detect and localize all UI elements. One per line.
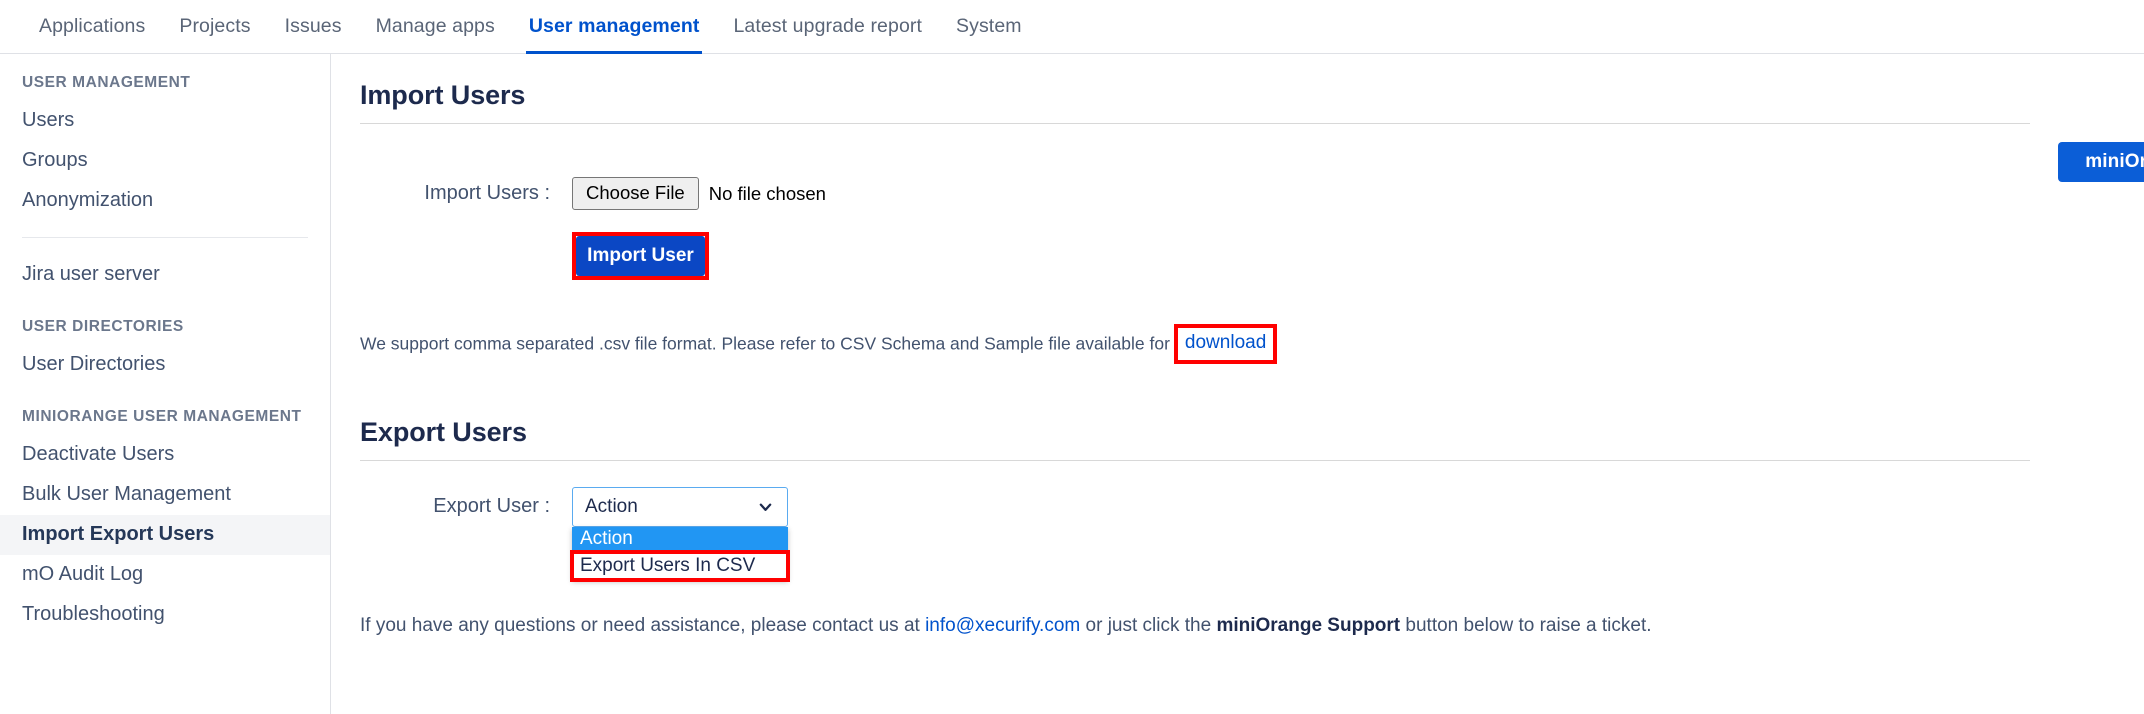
page-title: Import Users <box>360 80 526 110</box>
export-user-row: Export User : Action Action Export Users… <box>332 486 2144 582</box>
sidebar-item-mo-audit-log[interactable]: mO Audit Log <box>0 555 330 595</box>
sidebar-item-users[interactable]: Users <box>0 101 330 141</box>
sidebar-item-deactivate-users[interactable]: Deactivate Users <box>0 435 330 475</box>
nav-item-issues[interactable]: Issues <box>268 0 359 54</box>
file-input-control[interactable]: Choose File No file chosen <box>572 177 826 210</box>
sidebar-divider <box>22 237 308 238</box>
sidebar-section-user-management: USER MANAGEMENT <box>22 74 191 91</box>
nav-item-manage-apps[interactable]: Manage apps <box>359 0 512 54</box>
sidebar-item-anonymization[interactable]: Anonymization <box>0 181 330 221</box>
import-file-row: Import Users : Choose File No file chose… <box>332 177 2144 210</box>
assistance-text-after: button below to raise a ticket. <box>1405 614 1652 636</box>
sidebar-item-bulk-user-management[interactable]: Bulk User Management <box>0 475 330 515</box>
nav-item-applications[interactable]: Applications <box>22 0 162 54</box>
import-user-button-highlight: Import User <box>572 232 709 280</box>
top-navigation-bar: Applications Projects Issues Manage apps… <box>0 0 2144 54</box>
export-action-select[interactable]: Action <box>572 486 788 527</box>
export-section-title: Export Users <box>360 416 527 447</box>
sidebar-item-import-export-users[interactable]: Import Export Users <box>0 515 330 555</box>
download-link[interactable]: download <box>1185 332 1266 353</box>
sidebar-item-groups[interactable]: Groups <box>0 141 330 181</box>
export-section-rule <box>360 459 2030 461</box>
nav-item-projects[interactable]: Projects <box>162 0 267 54</box>
file-chosen-status: No file chosen <box>708 182 826 204</box>
option-export-users-in-csv[interactable]: Export Users In CSV <box>570 549 790 582</box>
sidebar-section-user-directories: USER DIRECTORIES <box>22 318 184 335</box>
main-content: miniOrange Support Import Users Import U… <box>332 54 2144 714</box>
nav-item-user-management[interactable]: User management <box>512 0 717 54</box>
option-action[interactable]: Action <box>572 526 788 552</box>
export-action-option-list: Action Export Users In CSV <box>570 526 790 582</box>
assistance-note: If you have any questions or need assist… <box>332 615 2144 637</box>
export-user-label: Export User : <box>433 495 550 518</box>
import-section-rule <box>360 123 2030 124</box>
support-email-link[interactable]: info@xecurify.com <box>925 615 1080 636</box>
import-users-label: Import Users : <box>424 182 550 204</box>
sidebar-item-user-directories[interactable]: User Directories <box>0 345 330 385</box>
assistance-text-before: If you have any questions or need assist… <box>360 614 920 636</box>
chevron-down-icon <box>759 503 772 511</box>
sidebar: USER MANAGEMENT Users Groups Anonymizati… <box>0 54 331 714</box>
import-users-header: Import Users <box>360 54 2030 124</box>
nav-item-system[interactable]: System <box>939 0 1039 54</box>
download-link-highlight: download <box>1173 324 1278 364</box>
nav-item-latest-upgrade-report[interactable]: Latest upgrade report <box>716 0 939 54</box>
sidebar-item-troubleshooting[interactable]: Troubleshooting <box>0 595 330 635</box>
sidebar-item-jira-user-server[interactable]: Jira user server <box>0 255 330 295</box>
export-action-select-shell: Action Action Export Users In CSV <box>570 486 790 582</box>
assistance-bold-term: miniOrange Support <box>1216 614 1401 636</box>
miniorange-support-button[interactable]: miniOrange Support <box>2058 142 2144 182</box>
export-users-header: Export Users <box>360 391 2030 461</box>
helper-text: We support comma separated .csv file for… <box>360 333 1170 354</box>
sidebar-section-miniorange-user-management: MINIORANGE USER MANAGEMENT <box>22 408 302 425</box>
import-user-button[interactable]: Import User <box>576 236 705 276</box>
csv-format-helper-text: We support comma separated .csv file for… <box>332 324 2144 365</box>
export-action-selected-value: Action <box>585 495 638 517</box>
assistance-text-middle: or just click the <box>1085 614 1212 636</box>
choose-file-button[interactable]: Choose File <box>572 177 699 210</box>
page-root: Applications Projects Issues Manage apps… <box>0 0 2144 714</box>
